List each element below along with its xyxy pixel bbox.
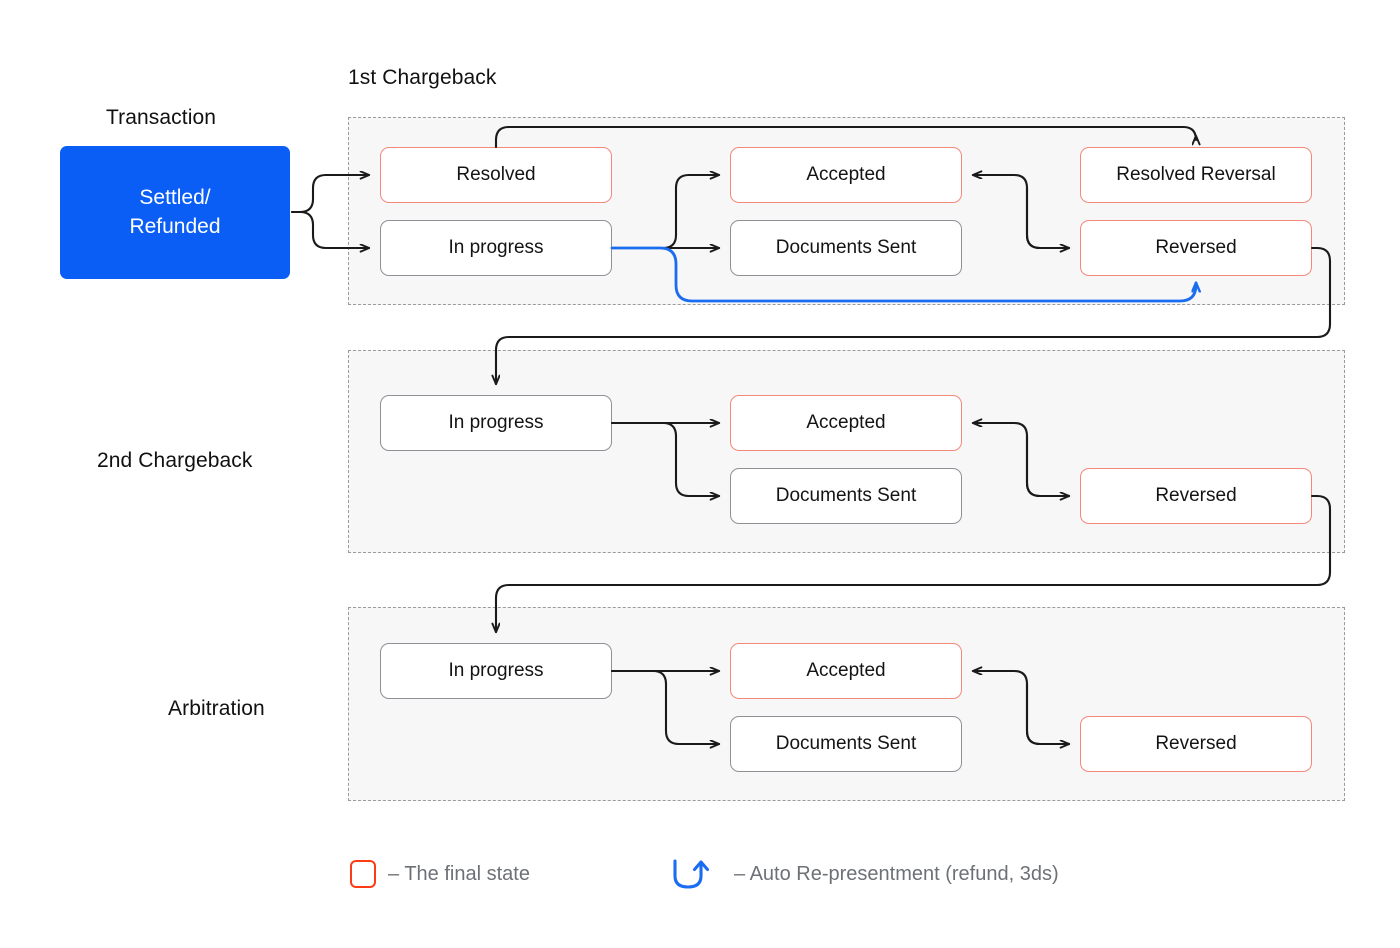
u-turn-arrow-icon	[666, 856, 722, 892]
diagram-canvas: 1st Chargeback Transaction 2nd Chargebac…	[0, 0, 1400, 948]
legend: – The final state – Auto Re-presentment …	[0, 0, 1400, 948]
legend-label-auto-representment: – Auto Re-presentment (refund, 3ds)	[734, 862, 1059, 885]
legend-item-final-state: – The final state	[350, 860, 530, 888]
legend-item-auto-representment: – Auto Re-presentment (refund, 3ds)	[666, 856, 1059, 892]
rounded-square-outline-icon	[350, 860, 376, 888]
legend-label-final-state: – The final state	[388, 862, 530, 885]
